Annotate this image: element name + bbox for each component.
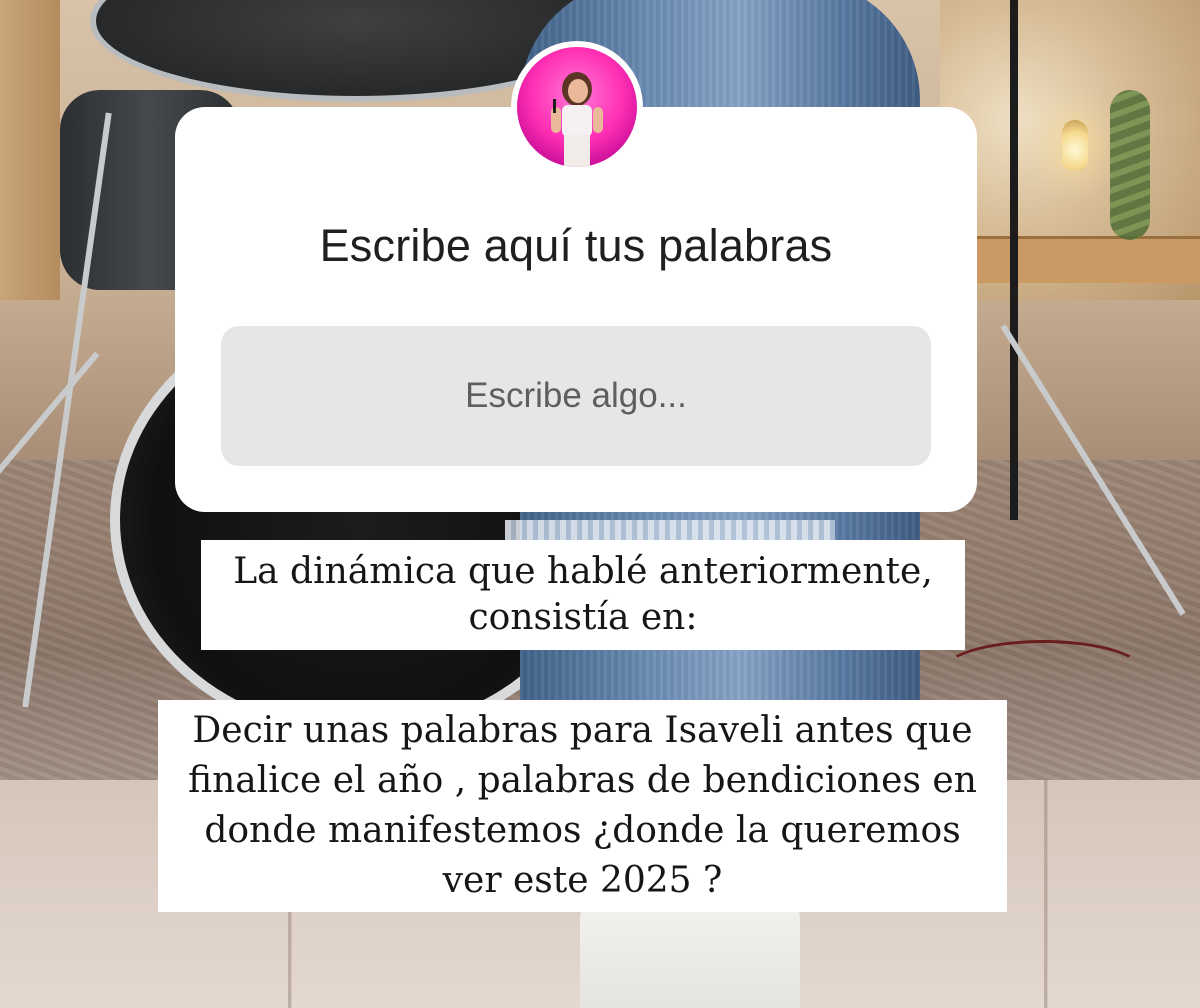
hanging-plant [1110,90,1150,240]
avatar-photo [517,47,637,167]
answer-input[interactable]: Escribe algo... [221,326,931,466]
caption-intro-line: consistía en: [468,597,698,638]
profile-avatar[interactable] [511,41,643,173]
caption-body-line: ver este 2025 ? [442,860,723,901]
answer-placeholder: Escribe algo... [465,376,687,415]
caption-body-line: finalice el año , palabras de bendicione… [188,760,977,801]
mic-stand [1010,0,1018,520]
caption-intro: La dinámica que hablé anteriormente, con… [201,540,965,650]
sticker-title: Escribe aquí tus palabras [319,220,833,271]
caption-body: Decir unas palabras para Isaveli antes q… [158,700,1007,912]
hanging-lamp [1062,120,1088,170]
caption-body-line: donde manifestemos ¿donde la queremos [204,810,961,851]
caption-body-line: Decir unas palabras para Isaveli antes q… [192,710,973,751]
caption-intro-line: La dinámica que hablé anteriormente, [233,551,933,592]
wooden-shelf [970,236,1200,283]
cable [940,640,1146,706]
wooden-wall [0,0,60,300]
